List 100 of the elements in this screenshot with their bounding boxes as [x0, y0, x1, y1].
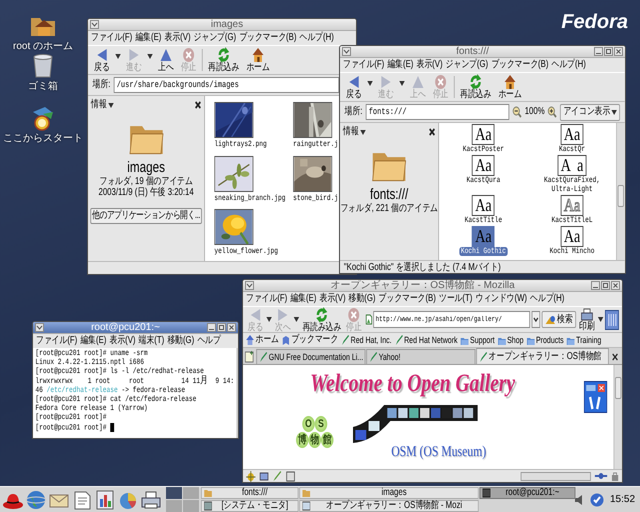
home-button[interactable]: ホーム	[496, 74, 524, 100]
font-name[interactable]: KacstQura	[464, 176, 502, 185]
close-icon[interactable]	[227, 323, 236, 332]
network-icon[interactable]	[246, 470, 256, 482]
task-button[interactable]: images	[299, 487, 479, 499]
minimize-icon[interactable]	[594, 47, 603, 56]
up-button[interactable]: 上へ	[156, 47, 176, 73]
back-button[interactable]: 戻る	[344, 74, 364, 100]
menu-item[interactable]: 編集(E)	[387, 58, 414, 72]
menu-item[interactable]: 表示(V)	[320, 292, 346, 306]
bookmark-link[interactable]: ブックマーク	[282, 334, 338, 346]
menu-item[interactable]: 移動(G)	[348, 292, 376, 306]
menu-item[interactable]: 端末(T)	[138, 334, 164, 348]
zoom-in-icon[interactable]	[548, 106, 558, 118]
scrollbar[interactable]	[616, 123, 625, 260]
open-with-button[interactable]: 他のアプリケーションから開く...	[90, 208, 202, 224]
dropdown-icon[interactable]	[532, 311, 540, 328]
window-menu-icon[interactable]	[35, 323, 44, 332]
font-preview[interactable]: A a	[558, 155, 586, 176]
scrollbar-thumb[interactable]	[614, 377, 622, 399]
task-button[interactable]: オープンギャラリー：OS博物館 - Mozi	[299, 500, 479, 512]
font-preview[interactable]: Aa	[560, 195, 584, 216]
bookmark-link[interactable]: Red Hat, Inc.	[341, 334, 392, 346]
font-preview[interactable]: Aa	[560, 124, 584, 145]
zoom-out-icon[interactable]	[512, 106, 522, 118]
font-name[interactable]: KacstTitle	[463, 216, 504, 225]
reload-button[interactable]: 再読込み	[458, 74, 493, 100]
reload-button[interactable]: 再読込み	[206, 47, 241, 73]
menu-item[interactable]: 移動(G)	[167, 334, 194, 348]
window-menu-icon[interactable]	[90, 20, 99, 29]
menu-item[interactable]: 編集(E)	[135, 31, 162, 45]
sidebar-title[interactable]: 情報	[91, 99, 107, 111]
menu-item[interactable]: 表示(V)	[110, 334, 136, 348]
caret-icon[interactable]	[294, 317, 300, 322]
file-name[interactable]: sneaking_branch.jpg	[214, 194, 286, 204]
font-preview[interactable]: Aa	[472, 155, 495, 176]
maximize-icon[interactable]	[217, 323, 226, 332]
tab[interactable]: GNU Free Documentation Li...	[256, 349, 366, 364]
menu-item[interactable]: ヘルプ(H)	[552, 58, 586, 72]
bookmark-link[interactable]: Red Hat Network	[394, 334, 458, 346]
sidebar-title[interactable]: 情報	[343, 126, 359, 138]
caret-icon[interactable]	[399, 81, 405, 86]
close-icon[interactable]	[614, 47, 623, 56]
menu-item[interactable]: ジャンプ(G)	[194, 31, 236, 45]
font-name[interactable]: KacstPoster	[461, 145, 506, 154]
desktop-icon-label[interactable]: ここからスタート	[3, 133, 83, 145]
caret-icon[interactable]	[147, 54, 153, 59]
font-preview[interactable]: Aa	[472, 195, 495, 216]
task-button[interactable]: root@pcu201:~	[479, 487, 576, 499]
bookmark-link[interactable]: Shop	[498, 334, 524, 346]
tab[interactable]: オープンギャラリー：OS博物館	[476, 348, 609, 364]
mail-icon[interactable]	[259, 470, 269, 482]
font-name[interactable]: KacstQuraFixed, Ultra-Light	[533, 176, 612, 194]
banner-icon[interactable]	[584, 381, 608, 413]
menu-item[interactable]: ブックマーク(B)	[491, 58, 548, 72]
back-button[interactable]: 戻る	[92, 47, 112, 73]
menu-item[interactable]: ブックマーク(B)	[239, 31, 296, 45]
location-field[interactable]: fonts:///	[366, 104, 510, 120]
caret-icon[interactable]	[367, 81, 373, 86]
update-icon[interactable]	[590, 492, 604, 506]
new-tab-icon[interactable]	[244, 350, 256, 364]
reload-button[interactable]: 再読み込み	[300, 306, 343, 332]
scrollbar[interactable]	[613, 365, 622, 469]
menu-item[interactable]: 編集(E)	[80, 334, 106, 348]
menu-item[interactable]: 表示(V)	[164, 31, 191, 45]
menu-item[interactable]: 表示(V)	[416, 58, 443, 72]
speaker-icon[interactable]	[574, 494, 584, 506]
task-button[interactable]: fonts:///	[201, 487, 298, 499]
menu-item[interactable]: ファイル(F)	[36, 334, 78, 348]
location-field[interactable]: /usr/share/backgrounds/images	[114, 77, 339, 93]
lock-icon[interactable]	[611, 471, 619, 481]
close-icon[interactable]	[611, 281, 620, 290]
menu-item[interactable]: ファイル(F)	[91, 31, 132, 45]
task-button[interactable]: [システム・モニタ]	[201, 500, 298, 512]
caret-icon[interactable]	[115, 54, 121, 59]
file-name[interactable]: stone_bird.j	[293, 194, 338, 204]
font-name[interactable]: Kochi Mincho	[548, 247, 596, 256]
printer-icon[interactable]	[140, 488, 162, 510]
menu-item[interactable]: ヘルプ(H)	[300, 31, 334, 45]
online-icon[interactable]	[594, 471, 608, 481]
bookmark-link[interactable]: ホーム	[246, 334, 279, 346]
menu-item[interactable]: ヘルプ(H)	[530, 292, 564, 306]
minimize-icon[interactable]	[591, 281, 600, 290]
caret-icon[interactable]	[598, 317, 604, 322]
font-preview[interactable]: Aa	[560, 226, 584, 247]
close-icon[interactable]	[194, 101, 202, 109]
caret-icon[interactable]	[360, 130, 366, 134]
font-name[interactable]: Kochi Gothic	[459, 247, 508, 256]
file-name[interactable]: lightrays2.png	[214, 140, 267, 150]
zoom-level[interactable]: 100%	[524, 106, 545, 118]
bookmark-link[interactable]: Products	[526, 334, 564, 346]
font-preview[interactable]: Aa	[472, 226, 495, 247]
font-name[interactable]: KacstQr	[557, 145, 587, 154]
desktop-icon-label[interactable]: root のホーム	[12, 41, 73, 53]
view-select[interactable]: アイコン表示	[560, 104, 620, 120]
print-button[interactable]: 印刷	[578, 308, 596, 332]
window-menu-icon[interactable]	[245, 281, 254, 290]
menu-item[interactable]: ファイル(F)	[246, 292, 288, 306]
menu-item[interactable]: ウィンドウ(W)	[475, 292, 528, 306]
window-menu-icon[interactable]	[342, 47, 351, 56]
